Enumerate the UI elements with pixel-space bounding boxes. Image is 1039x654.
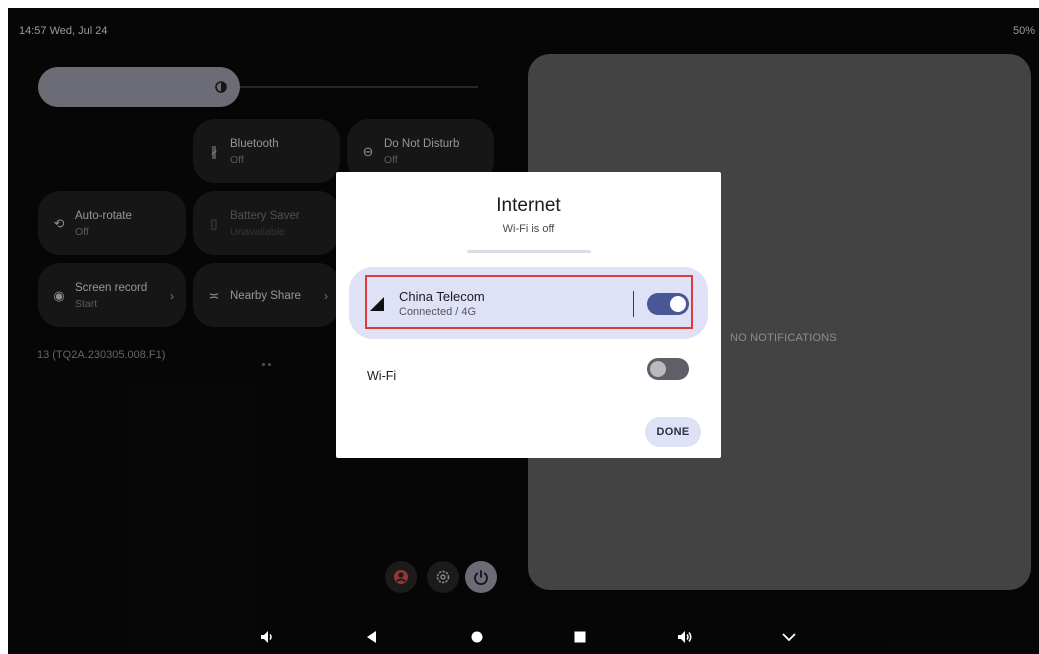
wifi-toggle[interactable] bbox=[647, 358, 689, 380]
recents-icon[interactable] bbox=[571, 628, 589, 646]
volume-down-icon[interactable] bbox=[258, 628, 276, 646]
chevron-down-icon[interactable] bbox=[780, 628, 798, 646]
selection-highlight bbox=[365, 275, 693, 329]
screen: 14:57 Wed, Jul 24 50% ∦ Bluetooth Off ⊖ … bbox=[8, 8, 1039, 654]
done-button[interactable]: DONE bbox=[645, 417, 701, 447]
home-icon[interactable] bbox=[468, 628, 486, 646]
back-icon[interactable] bbox=[363, 628, 381, 646]
dialog-divider bbox=[467, 250, 591, 253]
dialog-title: Internet bbox=[496, 195, 561, 216]
toggle-knob bbox=[650, 361, 666, 377]
internet-dialog: Internet Wi-Fi is off China Telecom Conn… bbox=[336, 172, 721, 458]
dialog-subtitle: Wi-Fi is off bbox=[502, 223, 555, 235]
navigation-bar bbox=[8, 618, 1039, 654]
volume-up-icon[interactable] bbox=[676, 628, 694, 646]
wifi-label: Wi-Fi bbox=[367, 369, 397, 383]
